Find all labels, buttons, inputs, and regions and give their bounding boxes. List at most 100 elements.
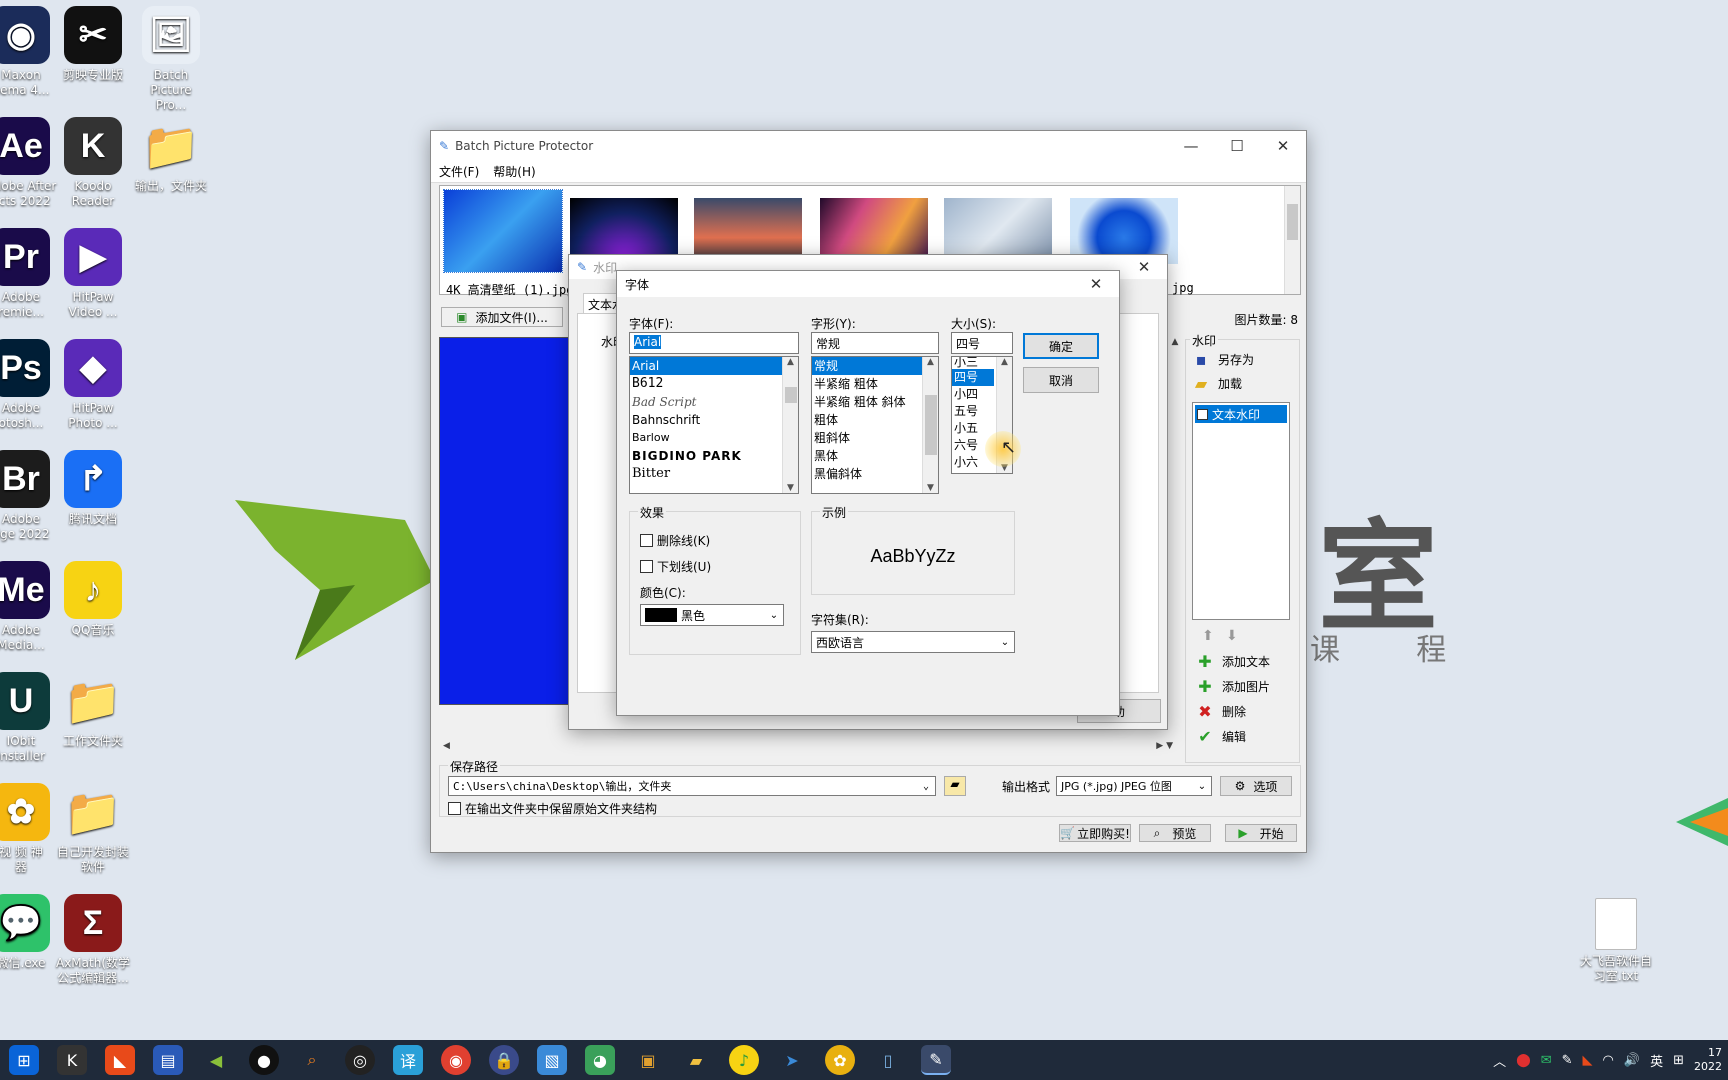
record-tray-icon[interactable]: ⬤: [1516, 1053, 1531, 1068]
load-button[interactable]: ▰ 加载: [1192, 374, 1242, 393]
desktop-icon[interactable]: Ps Adobe otosh...: [0, 339, 58, 431]
output-format-combo[interactable]: JPG (*.jpg) JPEG 位图 ⌄: [1056, 776, 1212, 796]
style-item[interactable]: 粗体: [812, 411, 938, 429]
layer-item-text[interactable]: 文本水印: [1195, 405, 1287, 423]
desktop-icon[interactable]: K Koodo Reader: [56, 117, 130, 209]
clock[interactable]: 17 2022: [1694, 1046, 1722, 1074]
desktop-icon[interactable]: ▶ HitPaw Video ...: [56, 228, 130, 320]
desktop-icon[interactable]: 💬 微信.exe: [0, 894, 58, 971]
style-item[interactable]: 半紧缩 粗体: [812, 375, 938, 393]
desktop-icon[interactable]: ✂ 剪映专业版: [56, 6, 130, 83]
tencent-docs-taskbar-icon[interactable]: ➤: [777, 1045, 807, 1075]
font-item[interactable]: Barlow: [630, 429, 798, 447]
minimize-button[interactable]: —: [1168, 137, 1214, 155]
scroll-thumb[interactable]: [1287, 204, 1298, 240]
desktop-icon[interactable]: 🖼 Batch Picture Pro...: [134, 6, 208, 113]
obs-taskbar-icon[interactable]: ◎: [345, 1045, 375, 1075]
font-input[interactable]: Arial: [629, 332, 799, 354]
desktop-icon[interactable]: ♪ QQ音乐: [56, 561, 130, 638]
desktop-icon[interactable]: ↱ 腾讯文档: [56, 450, 130, 527]
app-taskbar-icon[interactable]: ◣: [105, 1045, 135, 1075]
doc-taskbar-icon[interactable]: ▯: [873, 1045, 903, 1075]
desktop-icon[interactable]: ✿ 视 频 神 器: [0, 783, 58, 875]
style-list-scrollbar[interactable]: ▲ ▼: [922, 357, 938, 493]
font-item[interactable]: Arial: [630, 357, 798, 375]
size-item[interactable]: 四号: [952, 369, 994, 386]
add-files-button[interactable]: ▣ 添加文件(I)...: [441, 307, 563, 327]
translate-taskbar-icon[interactable]: 译: [393, 1045, 423, 1075]
koodo-taskbar-icon[interactable]: K: [57, 1045, 87, 1075]
lock-taskbar-icon[interactable]: 🔒: [489, 1045, 519, 1075]
close-button[interactable]: ✕: [1260, 137, 1306, 155]
font-item[interactable]: Bad Script: [630, 393, 798, 411]
desktop-icon[interactable]: U IObit installer: [0, 672, 58, 764]
arrow-taskbar-icon[interactable]: ◀: [201, 1045, 231, 1075]
font-item[interactable]: Bahnschrift: [630, 411, 798, 429]
style-list[interactable]: 常规 半紧缩 粗体 半紧缩 粗体 斜体 粗体 粗斜体 黑体 黑偏斜体 ▲ ▼: [811, 356, 939, 494]
record-taskbar-icon[interactable]: ●: [249, 1045, 279, 1075]
start-menu-icon[interactable]: ⊞: [9, 1045, 39, 1075]
desktop-icon[interactable]: 📁 自己开发封装 软件: [56, 783, 130, 875]
box-taskbar-icon[interactable]: ▣: [633, 1045, 663, 1075]
add-image-button[interactable]: ✚ 添加图片: [1196, 677, 1270, 696]
font-list[interactable]: Arial B612 Bad Script Bahnschrift Barlow…: [629, 356, 799, 494]
close-button[interactable]: ✕: [1121, 258, 1167, 276]
add-text-button[interactable]: ✚ 添加文本: [1196, 652, 1270, 671]
app-tray-icon[interactable]: ◣: [1583, 1053, 1593, 1068]
color-combo[interactable]: 黑色 ⌄: [640, 604, 784, 626]
ok-button[interactable]: 确定: [1023, 333, 1099, 359]
browse-folder-icon[interactable]: ▰: [944, 776, 966, 796]
wechat-tray-icon[interactable]: ✉: [1541, 1053, 1552, 1068]
desktop-icon-text-file[interactable]: 大飞吾软件自 习室.txt: [1576, 898, 1656, 984]
file-explorer-taskbar-icon[interactable]: ▰: [681, 1045, 711, 1075]
preview-hscroll[interactable]: ◀ ▶ ▼: [439, 741, 1177, 755]
font-item[interactable]: B612: [630, 375, 798, 393]
save-path-combo[interactable]: C:\Users\china\Desktop\输出，文件夹 ⌄: [448, 776, 936, 796]
menu-help[interactable]: 帮助(H): [493, 163, 535, 180]
preview-vscroll[interactable]: ▲: [1167, 337, 1183, 705]
desktop-icon[interactable]: 📁 工作文件夹: [56, 672, 130, 749]
desktop-icon[interactable]: ◆ HitPaw Photo ...: [56, 339, 130, 431]
save-as-button[interactable]: ▪ 另存为: [1192, 350, 1254, 369]
checkbox-box[interactable]: [640, 560, 653, 573]
style-item[interactable]: 粗斜体: [812, 429, 938, 447]
desktop-icon[interactable]: Ae Adobe After ects 2022: [0, 117, 58, 209]
font-item[interactable]: Bitter: [630, 465, 798, 483]
keep-structure-checkbox[interactable]: 在输出文件夹中保留原始文件夹结构: [448, 800, 657, 817]
desktop-icon[interactable]: Σ AxMath(数学 公式编辑器...: [56, 894, 130, 986]
layer-checkbox[interactable]: [1197, 408, 1208, 420]
thumbnail-1[interactable]: [443, 189, 563, 273]
checkbox-box[interactable]: [640, 534, 653, 547]
image-app-taskbar-icon[interactable]: ▧: [537, 1045, 567, 1075]
style-input[interactable]: 常规: [811, 332, 939, 354]
font-list-scrollbar[interactable]: ▲ ▼: [782, 357, 798, 493]
menu-file[interactable]: 文件(F): [439, 163, 479, 180]
delete-button[interactable]: ✖ 删除: [1196, 702, 1246, 721]
charset-combo[interactable]: 西欧语言 ⌄: [811, 631, 1015, 653]
maximize-button[interactable]: ☐: [1214, 137, 1260, 155]
style-item[interactable]: 黑体: [812, 447, 938, 465]
qqmusic-taskbar-icon[interactable]: ♪: [729, 1045, 759, 1075]
underline-checkbox[interactable]: 下划线(U): [640, 558, 711, 575]
close-button[interactable]: ✕: [1073, 275, 1119, 293]
batch-picture-taskbar-icon[interactable]: ✎: [921, 1045, 951, 1075]
desktop-icon[interactable]: ◉ Maxon nema 4...: [0, 6, 58, 98]
size-input[interactable]: 四号: [951, 332, 1013, 354]
thumbnail-scrollbar[interactable]: [1284, 186, 1300, 294]
printer-taskbar-icon[interactable]: ▤: [153, 1045, 183, 1075]
checkbox-box[interactable]: [448, 802, 461, 815]
input-mode-icon[interactable]: ⊞: [1673, 1053, 1684, 1068]
cancel-button[interactable]: 取消: [1023, 367, 1099, 393]
start-button[interactable]: ▶ 开始: [1225, 824, 1297, 842]
edit-button[interactable]: ✔ 编辑: [1196, 727, 1246, 746]
desktop-icon[interactable]: Br Adobe dge 2022: [0, 450, 58, 542]
pen-tray-icon[interactable]: ✎: [1562, 1053, 1573, 1068]
style-item[interactable]: 半紧缩 粗体 斜体: [812, 393, 938, 411]
desktop-icon[interactable]: Me Adobe Media...: [0, 561, 58, 653]
move-down-icon[interactable]: ⬇: [1226, 628, 1238, 644]
desktop-icon[interactable]: Pr Adobe remie...: [0, 228, 58, 320]
strikeout-checkbox[interactable]: 删除线(K): [640, 532, 710, 549]
input-method-icon[interactable]: 英: [1650, 1051, 1663, 1070]
style-item[interactable]: 常规: [812, 357, 922, 375]
chevron-up-icon[interactable]: ︿: [1493, 1051, 1506, 1070]
